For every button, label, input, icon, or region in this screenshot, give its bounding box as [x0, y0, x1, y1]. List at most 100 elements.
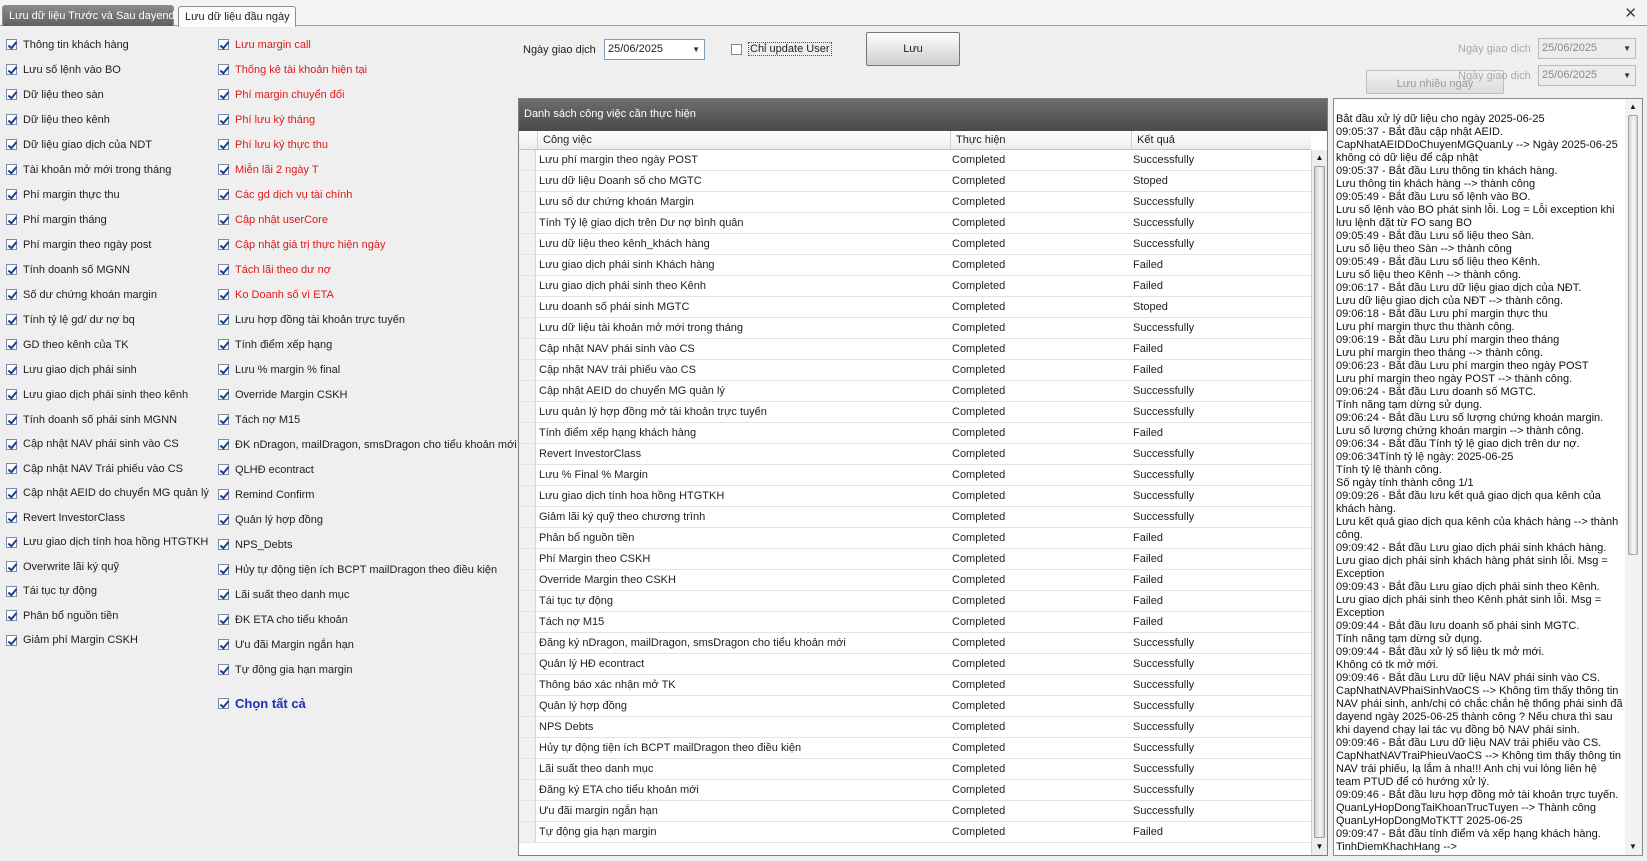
- table-row[interactable]: Ưu đãi margin ngắn hạn Completed Successfu…: [519, 801, 1311, 822]
- checkbox-checked-icon[interactable]: [6, 189, 17, 200]
- checkbox-checked-icon[interactable]: [218, 139, 229, 150]
- checkbox-checked-icon[interactable]: [6, 39, 17, 50]
- option-checkbox[interactable]: Overwrite lãi ký quỹ: [6, 555, 206, 580]
- checkbox-checked-icon[interactable]: [218, 89, 229, 100]
- option-checkbox[interactable]: GD theo kênh của TK: [6, 332, 206, 357]
- option-checkbox[interactable]: Tính doanh số MGNN: [6, 257, 206, 282]
- checkbox-checked-icon[interactable]: [218, 39, 229, 50]
- checkbox-checked-icon[interactable]: [218, 639, 229, 650]
- table-row[interactable]: Lưu giao dịch tính hoa hồng HTGTKH Comple…: [519, 486, 1311, 507]
- checkbox-checked-icon[interactable]: [6, 389, 17, 400]
- row-indicator[interactable]: [519, 633, 536, 653]
- table-row[interactable]: Phân bổ nguồn tiền Completed Failed: [519, 528, 1311, 549]
- right-trade-date-picker-1[interactable]: 25/06/2025 ▼: [1538, 38, 1636, 59]
- option-checkbox[interactable]: Cập nhật giá trị thực hiện ngày: [218, 232, 518, 257]
- table-row[interactable]: Phí Margin theo CSKH Completed Failed: [519, 549, 1311, 570]
- table-row[interactable]: Tách nợ M15 Completed Failed: [519, 612, 1311, 633]
- table-row[interactable]: Lưu giao dịch phái sinh theo Kênh Complet…: [519, 276, 1311, 297]
- checkbox-checked-icon[interactable]: [218, 214, 229, 225]
- option-checkbox[interactable]: Dữ liệu theo kênh: [6, 107, 206, 132]
- checkbox-checked-icon[interactable]: [218, 514, 229, 525]
- option-checkbox[interactable]: Tách lãi theo dư nợ: [218, 257, 518, 282]
- option-checkbox[interactable]: Hủy tự động tiện ích BCPT mailDragon the…: [218, 557, 518, 582]
- checkbox-checked-icon[interactable]: [6, 414, 17, 425]
- option-checkbox[interactable]: Các gd dịch vụ tài chính: [218, 182, 518, 207]
- checkbox-checked-icon[interactable]: [218, 414, 229, 425]
- option-checkbox[interactable]: Tách nợ M15: [218, 407, 518, 432]
- checkbox-checked-icon[interactable]: [6, 561, 17, 573]
- row-indicator[interactable]: [519, 675, 536, 695]
- checkbox-checked-icon[interactable]: [6, 610, 17, 622]
- row-indicator[interactable]: [519, 360, 536, 380]
- table-row[interactable]: Cập nhật AEID do chuyển MG quản lý Comple…: [519, 381, 1311, 402]
- row-indicator[interactable]: [519, 612, 536, 632]
- checkbox-checked-icon[interactable]: [218, 64, 229, 75]
- tab-before-after-dayend[interactable]: Lưu dữ liệu Trước và Sau dayend: [2, 5, 175, 26]
- option-checkbox[interactable]: Cập nhật NAV Trái phiếu vào CS: [6, 457, 206, 482]
- row-indicator[interactable]: [519, 801, 536, 821]
- row-indicator[interactable]: [519, 696, 536, 716]
- row-indicator[interactable]: [519, 486, 536, 506]
- save-button[interactable]: Lưu: [866, 32, 960, 66]
- table-row[interactable]: Override Margin theo CSKH Completed Failed: [519, 570, 1311, 591]
- checkbox-checked-icon[interactable]: [6, 239, 17, 250]
- option-checkbox[interactable]: Remind Confirm: [218, 482, 518, 507]
- option-checkbox[interactable]: Lưu giao dịch phái sinh: [6, 357, 206, 382]
- table-row[interactable]: Revert InvestorClass Completed Successfull…: [519, 444, 1311, 465]
- row-indicator[interactable]: [519, 213, 536, 233]
- option-checkbox[interactable]: Phí lưu ký thực thu: [218, 132, 518, 157]
- option-checkbox[interactable]: Lưu hợp đồng tài khoản trực tuyến: [218, 307, 518, 332]
- checkbox-checked-icon[interactable]: [218, 539, 229, 550]
- row-indicator[interactable]: [519, 297, 536, 317]
- table-row[interactable]: NPS Debts Completed Successfully: [519, 717, 1311, 738]
- table-row[interactable]: Tái tục tự động Completed Failed: [519, 591, 1311, 612]
- checkbox-checked-icon[interactable]: [218, 564, 229, 575]
- option-checkbox[interactable]: Cập nhật userCore: [218, 207, 518, 232]
- scroll-down-icon[interactable]: ▼: [1625, 840, 1641, 854]
- column-header-task[interactable]: Công việc: [537, 131, 950, 150]
- option-checkbox[interactable]: Lãi suất theo danh mục: [218, 582, 518, 607]
- checkbox-checked-icon[interactable]: [218, 589, 229, 600]
- option-checkbox[interactable]: Lưu margin call: [218, 32, 518, 57]
- checkbox-checked-icon[interactable]: [218, 114, 229, 125]
- checkbox-checked-icon[interactable]: [6, 339, 17, 350]
- row-indicator[interactable]: [519, 171, 536, 191]
- option-checkbox[interactable]: Giảm phí Margin CSKH: [6, 628, 206, 653]
- table-row[interactable]: Lưu dữ liệu tài khoản mở mới trong tháng…: [519, 318, 1311, 339]
- row-indicator[interactable]: [519, 276, 536, 296]
- scroll-up-icon[interactable]: ▲: [1312, 151, 1327, 165]
- table-row[interactable]: Tính điểm xếp hạng khách hàng Completed Fa…: [519, 423, 1311, 444]
- table-row[interactable]: Lãi suất theo danh mục Completed Successfu…: [519, 759, 1311, 780]
- checkbox-checked-icon[interactable]: [218, 489, 229, 500]
- table-row[interactable]: Lưu giao dịch phái sinh Khách hàng Comple…: [519, 255, 1311, 276]
- table-row[interactable]: Lưu % Final % Margin Completed Successfull…: [519, 465, 1311, 486]
- option-checkbox[interactable]: Thống kê tài khoản hiện tại: [218, 57, 518, 82]
- checkbox-checked-icon[interactable]: [218, 189, 229, 200]
- row-indicator[interactable]: [519, 234, 536, 254]
- option-checkbox[interactable]: Phí margin thực thu: [6, 182, 206, 207]
- checkbox-checked-icon[interactable]: [6, 214, 17, 225]
- checkbox-checked-icon[interactable]: [6, 114, 17, 125]
- checkbox-checked-icon[interactable]: [218, 439, 229, 450]
- table-row[interactable]: Đăng ký nDragon, mailDragon, smsDragon c…: [519, 633, 1311, 654]
- scroll-thumb[interactable]: [1314, 166, 1325, 838]
- row-indicator[interactable]: [519, 381, 536, 401]
- checkbox-unchecked-icon[interactable]: [731, 43, 742, 55]
- checkbox-checked-icon[interactable]: [6, 314, 17, 325]
- option-checkbox[interactable]: Miễn lãi 2 ngày T: [218, 157, 518, 182]
- trade-date-picker[interactable]: 25/06/2025 ▼: [604, 39, 705, 60]
- checkbox-checked-icon[interactable]: [6, 164, 17, 175]
- checkbox-checked-icon[interactable]: [218, 314, 229, 325]
- row-indicator[interactable]: [519, 780, 536, 800]
- row-indicator[interactable]: [519, 507, 536, 527]
- table-row[interactable]: Tự động gia hạn margin Completed Failed: [519, 822, 1311, 843]
- checkbox-checked-icon[interactable]: [6, 585, 17, 597]
- row-indicator[interactable]: [519, 465, 536, 485]
- task-grid-scrollbar[interactable]: ▲ ▼: [1311, 150, 1327, 855]
- row-indicator[interactable]: [519, 759, 536, 779]
- option-checkbox[interactable]: ĐK nDragon, mailDragon, smsDragon cho ti…: [218, 432, 518, 457]
- tab-start-of-day[interactable]: Lưu dữ liệu đầu ngày: [178, 6, 296, 27]
- table-row[interactable]: Lưu phí margin theo ngày POST Completed Su…: [519, 150, 1311, 171]
- option-checkbox[interactable]: Lưu giao dịch tính hoa hồng HTGTKH: [6, 530, 208, 555]
- checkbox-checked-icon[interactable]: [6, 64, 17, 75]
